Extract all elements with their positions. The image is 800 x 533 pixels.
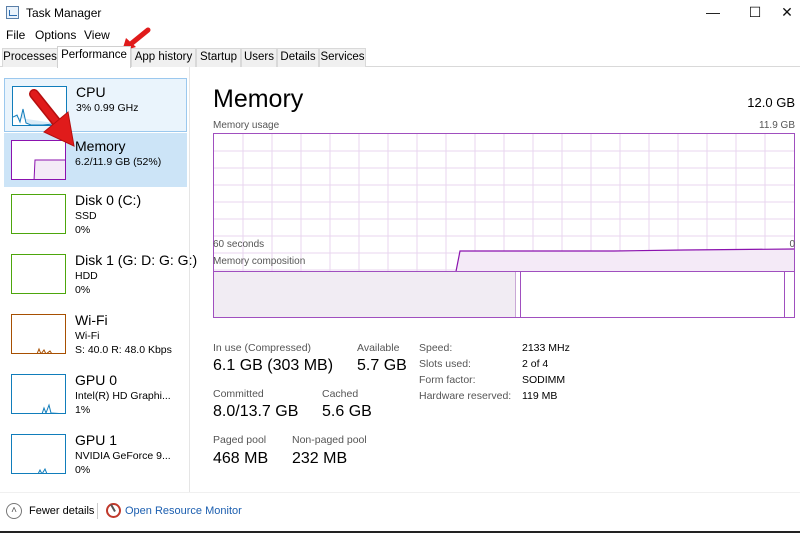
- maximize-button[interactable]: ☐: [732, 0, 778, 25]
- sidebar-gpu1-line1: NVIDIA GeForce 9...: [75, 450, 171, 462]
- paged-pool-label: Paged pool: [213, 434, 267, 446]
- fewer-details-button[interactable]: Fewer details: [29, 505, 94, 517]
- resource-monitor-icon[interactable]: [106, 503, 121, 518]
- sidebar-gpu0-title: GPU 0: [75, 372, 118, 388]
- footer-divider: [97, 503, 98, 519]
- composition-free: [784, 272, 794, 317]
- sidebar-disk1-title: Disk 1 (G: D: G: G:): [75, 252, 198, 268]
- memory-composition-label: Memory composition: [213, 256, 306, 267]
- committed-label: Committed: [213, 388, 264, 400]
- sidebar-wifi-title: Wi-Fi: [75, 312, 108, 328]
- disk0-thumbnail-graph: [11, 194, 66, 234]
- wifi-thumbnail-graph: [11, 314, 66, 354]
- composition-in-use: [214, 272, 516, 317]
- gpu1-sparkline: [37, 467, 48, 473]
- hardware-reserved-value: 119 MB: [522, 390, 558, 402]
- tab-processes[interactable]: Processes: [2, 48, 58, 67]
- sidebar-gpu1-line2: 0%: [75, 464, 91, 476]
- sidebar-memory-line1: 6.2/11.9 GB (52%): [75, 156, 162, 168]
- tab-details[interactable]: Details: [277, 48, 319, 67]
- tab-users[interactable]: Users: [241, 48, 277, 67]
- speed-label: Speed:: [419, 342, 453, 354]
- sidebar-item-disk-0[interactable]: Disk 0 (C:) SSD 0%: [4, 187, 187, 241]
- sidebar-memory-title: Memory: [75, 138, 126, 154]
- sidebar-item-disk-1[interactable]: Disk 1 (G: D: G: G:) HDD 0%: [4, 247, 197, 301]
- sidebar-gpu0-line1: Intel(R) HD Graphi...: [75, 390, 171, 402]
- memory-total: 12.0 GB: [747, 95, 795, 110]
- paged-pool-value: 468 MB: [213, 450, 269, 467]
- sidebar-cpu-line1: 3% 0.99 GHz: [76, 102, 139, 114]
- memory-composition-bar: [213, 271, 795, 318]
- sidebar-wifi-line1: Wi-Fi: [75, 330, 100, 342]
- menu-view[interactable]: View: [84, 28, 110, 42]
- speed-value: 2133 MHz: [522, 342, 570, 354]
- tab-services[interactable]: Services: [319, 48, 366, 67]
- time-axis-left-label: 60 seconds: [213, 239, 265, 250]
- gpu0-sparkline: [41, 403, 60, 413]
- memory-detail-panel: Memory 12.0 GB Memory usage 11.9 GB 60 s…: [190, 67, 800, 492]
- page-title: Memory: [213, 85, 304, 113]
- available-label: Available: [357, 342, 400, 354]
- sidebar-disk1-line2: 0%: [75, 284, 91, 296]
- wifi-sparkline: [36, 347, 52, 353]
- non-paged-pool-label: Non-paged pool: [292, 434, 367, 446]
- disk1-thumbnail-graph: [11, 254, 66, 294]
- memory-arrow-annotation-icon: [29, 89, 75, 147]
- sidebar-cpu-title: CPU: [76, 84, 106, 100]
- tab-performance[interactable]: Performance: [57, 46, 131, 68]
- sidebar-gpu1-title: GPU 1: [75, 432, 118, 448]
- sidebar-gpu0-line2: 1%: [75, 404, 91, 416]
- sidebar-disk0-line1: SSD: [75, 210, 97, 222]
- composition-modified: [517, 272, 521, 317]
- sidebar-wifi-line2: S: 40.0 R: 48.0 Kbps: [75, 344, 172, 356]
- title-bar: Task Manager — ☐ ✕: [0, 0, 800, 25]
- window-title: Task Manager: [26, 6, 102, 20]
- slots-used-label: Slots used:: [419, 358, 471, 370]
- open-resource-monitor-link[interactable]: Open Resource Monitor: [125, 505, 242, 517]
- menu-options[interactable]: Options: [35, 28, 76, 42]
- tab-bar: Processes Performance App history Startu…: [0, 46, 800, 68]
- slots-used-value: 2 of 4: [522, 358, 549, 370]
- sidebar-item-wifi[interactable]: Wi-Fi Wi-Fi S: 40.0 R: 48.0 Kbps: [4, 307, 187, 361]
- in-use-value: 6.1 GB (303 MB): [213, 357, 334, 374]
- close-button[interactable]: ✕: [774, 0, 800, 25]
- menu-file[interactable]: File: [6, 28, 25, 42]
- cached-value: 5.6 GB: [322, 403, 372, 420]
- sidebar-disk1-line1: HDD: [75, 270, 98, 282]
- sidebar-item-gpu-0[interactable]: GPU 0 Intel(R) HD Graphi... 1%: [4, 367, 187, 421]
- sidebar-disk0-title: Disk 0 (C:): [75, 192, 142, 208]
- tab-startup[interactable]: Startup: [196, 48, 241, 67]
- footer-bar: ˄ Fewer details Open Resource Monitor: [0, 492, 800, 533]
- time-axis-right-label: 0: [789, 239, 795, 250]
- non-paged-pool-value: 232 MB: [292, 450, 348, 467]
- available-value: 5.7 GB: [357, 357, 407, 374]
- form-factor-value: SODIMM: [522, 374, 566, 386]
- cached-label: Cached: [322, 388, 359, 400]
- chevron-up-icon[interactable]: ˄: [6, 503, 22, 519]
- memory-usage-max: 11.9 GB: [759, 120, 795, 131]
- minimize-button[interactable]: —: [690, 0, 736, 25]
- task-manager-icon: [6, 6, 19, 19]
- sidebar-item-gpu-1[interactable]: GPU 1 NVIDIA GeForce 9... 0%: [4, 427, 187, 481]
- committed-value: 8.0/13.7 GB: [213, 403, 299, 420]
- gpu0-thumbnail-graph: [11, 374, 66, 414]
- in-use-label: In use (Compressed): [213, 342, 312, 354]
- form-factor-label: Form factor:: [419, 374, 476, 386]
- hardware-reserved-label: Hardware reserved:: [419, 390, 512, 402]
- memory-usage-label: Memory usage: [213, 120, 280, 131]
- sidebar-disk0-line2: 0%: [75, 224, 91, 236]
- gpu1-thumbnail-graph: [11, 434, 66, 474]
